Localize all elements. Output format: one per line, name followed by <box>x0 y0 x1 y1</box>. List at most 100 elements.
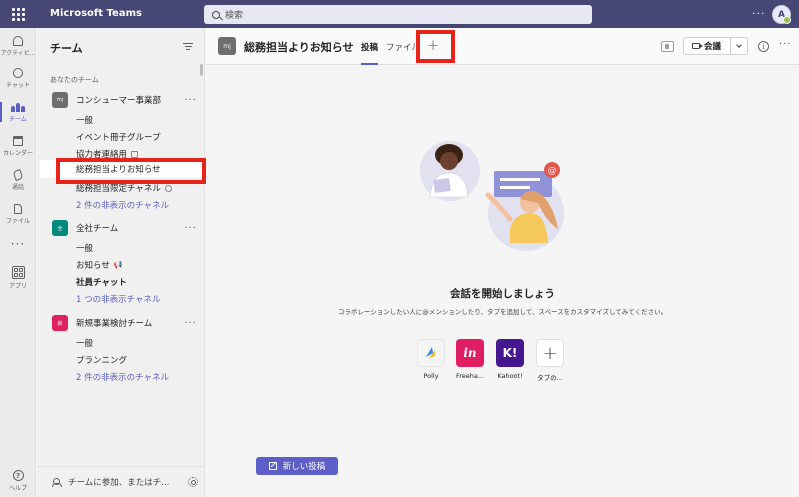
channel-item[interactable]: 社員チャット <box>76 276 127 288</box>
app-polly[interactable] <box>417 339 445 367</box>
rail-activity[interactable]: アクティビ... <box>0 30 36 62</box>
team-more-icon[interactable]: ··· <box>184 223 197 234</box>
team-avatar: mj <box>52 92 68 108</box>
phone-icon <box>12 168 24 181</box>
chat-icon <box>13 67 23 78</box>
channel-label: 一般 <box>76 244 94 254</box>
plus-icon: + <box>542 342 558 364</box>
team-row-consumer[interactable]: mj コンシューマー事業部 ··· <box>52 92 197 108</box>
app-label: タブの... <box>537 374 563 382</box>
rail-more[interactable]: ··· <box>0 228 36 260</box>
channel-item[interactable]: お知らせ 📢 <box>76 259 123 271</box>
team-row-newbiz[interactable]: 新 新規事業検討チーム ··· <box>52 315 197 331</box>
filter-icon[interactable] <box>183 43 193 50</box>
channel-label: イベント冊子グループ <box>76 133 161 143</box>
channel-item[interactable]: 総務担当限定チャネル <box>76 182 172 194</box>
polly-icon <box>426 347 435 358</box>
app-kahoot[interactable]: K! <box>496 339 524 367</box>
channel-item[interactable]: 一般 <box>76 114 93 126</box>
app-add-tab[interactable]: + <box>536 339 564 367</box>
channel-item[interactable]: 一般 <box>76 337 93 349</box>
help-icon: ? <box>12 470 24 481</box>
meet-dropdown-button[interactable] <box>731 42 747 48</box>
more-options-icon[interactable]: ··· <box>752 7 766 20</box>
invision-icon: in <box>463 346 477 360</box>
app-freehand[interactable]: in <box>456 339 484 367</box>
teams-panel: チーム あなたのチーム mj コンシューマー事業部 ··· 一般 イベント冊子グ… <box>37 28 205 497</box>
search-input[interactable]: 検索 <box>204 5 592 24</box>
channel-label: 総務担当よりお知らせ <box>76 165 161 175</box>
meet-label: 会議 <box>704 42 722 52</box>
rail-files-label: ファイル <box>5 217 30 225</box>
tab-posts[interactable]: 投稿 <box>361 41 379 65</box>
channel-item[interactable]: 一般 <box>76 242 93 254</box>
join-team-bar[interactable]: チームに参加、またはチ... <box>37 466 205 497</box>
megaphone-icon: 📢 <box>113 261 123 269</box>
video-camera-icon <box>692 43 703 49</box>
empty-state-subtitle: コラボレーションしたい人に@メンションしたり、タブを追加して、スペースをカスタマ… <box>337 308 668 316</box>
rail-chat-label: チャット <box>6 81 30 89</box>
rail-calls[interactable]: 通話 <box>0 164 36 196</box>
panel-title: チーム <box>50 42 83 55</box>
rail-chat[interactable]: チャット <box>0 62 36 94</box>
hidden-channels-link[interactable]: 1 つの非表示チャネル <box>76 293 161 305</box>
add-tab-button[interactable]: + <box>426 35 440 55</box>
rail-teams[interactable]: チーム <box>0 96 36 128</box>
more-apps-icon: ··· <box>10 237 26 251</box>
rail-calendar-label: カレンダー <box>2 149 33 157</box>
channel-header: mj 総務担当よりお知らせ 投稿 ファイル + 会議 i ··· <box>206 28 799 65</box>
app-rail: アクティビ... チャット チーム カレンダー 通話 ファイル ··· アプリ … <box>0 28 36 497</box>
channel-item[interactable]: イベント冊子グループ <box>76 131 161 143</box>
team-more-icon[interactable]: ··· <box>184 318 197 329</box>
channel-main: mj 総務担当よりお知らせ 投稿 ファイル + 会議 i ··· @ 会話を開始… <box>206 28 799 497</box>
empty-state-title: 会話を開始しましょう <box>450 288 555 300</box>
channel-item-selected[interactable]: 総務担当よりお知らせ <box>40 160 204 178</box>
search-icon <box>212 10 220 19</box>
rail-apps-label: アプリ <box>8 283 27 290</box>
apps-icon <box>11 266 25 279</box>
hidden-channels-link[interactable]: 2 件の非表示のチャネル <box>76 199 169 211</box>
settings-icon[interactable] <box>188 477 198 487</box>
team-avatar: 全 <box>52 220 68 236</box>
team-name: 新規事業検討チーム <box>76 319 153 329</box>
rail-help[interactable]: ? ヘルプ <box>0 465 36 497</box>
chevron-down-icon <box>736 42 742 48</box>
app-launcher-icon[interactable] <box>0 0 36 28</box>
team-row-company[interactable]: 全 全社チーム ··· <box>52 220 197 236</box>
svg-text:@: @ <box>548 166 557 176</box>
file-icon <box>14 203 22 214</box>
rail-calendar[interactable]: カレンダー <box>0 130 36 162</box>
team-avatar: 新 <box>52 315 68 331</box>
info-icon[interactable]: i <box>758 41 769 52</box>
meet-now-button[interactable]: 会議 <box>684 38 731 54</box>
panel-scrollbar[interactable] <box>200 64 203 76</box>
rail-activity-label: アクティビ... <box>0 49 36 57</box>
rail-apps[interactable]: アプリ <box>0 262 36 294</box>
channel-item[interactable]: 協力者連絡用 <box>76 148 139 160</box>
channel-label: 総務担当限定チャネル <box>76 184 161 194</box>
channel-label: 協力者連絡用 <box>76 150 128 160</box>
channel-label: 一般 <box>76 116 94 126</box>
channel-item[interactable]: プランニング <box>76 354 127 366</box>
bell-icon <box>13 35 23 46</box>
user-avatar[interactable]: A <box>772 5 791 24</box>
channel-label: 一般 <box>76 339 94 349</box>
conversation-illustration: @ <box>420 141 564 251</box>
compose-icon <box>268 462 277 470</box>
channel-label: 社員チャット <box>76 278 127 288</box>
channel-info-badge-icon[interactable] <box>661 41 674 52</box>
channel-label: プランニング <box>76 356 128 366</box>
title-bar: Microsoft Teams 検索 ··· A <box>0 0 799 28</box>
hidden-channels-link[interactable]: 2 件の非表示のチャネル <box>76 371 169 383</box>
team-more-icon[interactable]: ··· <box>184 95 197 106</box>
rail-files[interactable]: ファイル <box>0 198 36 230</box>
tab-files[interactable]: ファイル <box>386 41 417 53</box>
rail-help-label: ヘルプ <box>8 485 27 492</box>
new-post-button[interactable]: 新しい投稿 <box>256 457 338 475</box>
header-more-icon[interactable]: ··· <box>779 39 792 50</box>
private-channel-icon <box>164 184 172 192</box>
calendar-icon <box>13 135 23 146</box>
meet-button[interactable]: 会議 <box>683 37 748 55</box>
channel-title: 総務担当よりお知らせ <box>244 41 354 54</box>
kahoot-icon: K! <box>502 346 518 360</box>
